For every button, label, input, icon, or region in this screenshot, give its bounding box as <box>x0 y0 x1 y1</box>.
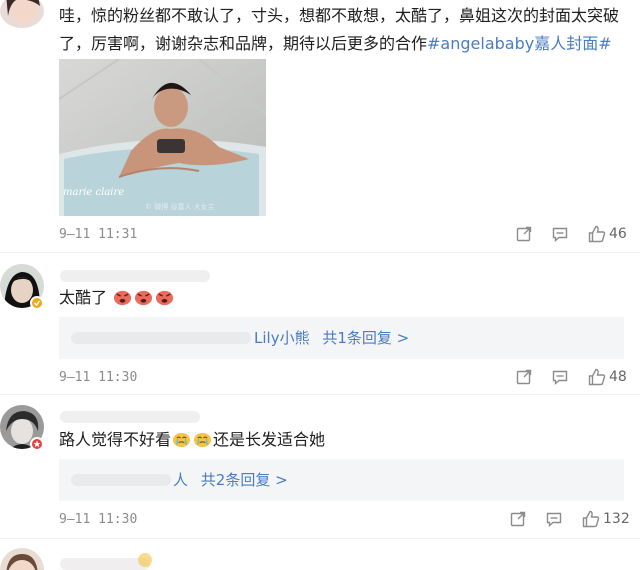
like-count: 132 <box>603 511 630 527</box>
reply-link[interactable]: 人 共2条回复 > <box>173 470 288 490</box>
thumbs-up-icon[interactable] <box>582 510 600 532</box>
comment-divider <box>0 538 640 539</box>
avatar[interactable] <box>0 0 44 28</box>
reply-blurred-text <box>71 332 251 344</box>
emoji-partial <box>138 553 152 567</box>
like-count: 48 <box>609 369 627 385</box>
comment-divider <box>0 394 640 395</box>
comment-body: 路人觉得不好看 <box>59 430 172 449</box>
comment-text: 哇，惊的粉丝都不敢认了，寸头，想都不敢想，太酷了，鼻姐这次的封面太突破了，厉害啊… <box>59 2 619 58</box>
comment-timestamp: 9–11 11:30 <box>59 512 138 527</box>
avatar[interactable] <box>0 548 44 570</box>
reply-username[interactable]: 人 <box>173 471 188 489</box>
angry-face-emoji <box>114 290 132 306</box>
comment-image[interactable]: marie claire © 微博 @嘉人·大女主 <box>59 59 266 216</box>
brand-logo: marie claire <box>63 187 125 198</box>
comment-body-continued: 还是长发适合她 <box>213 430 326 449</box>
reply-count-link[interactable]: 共1条回复 > <box>322 329 409 347</box>
angry-face-emoji <box>135 290 153 306</box>
share-icon[interactable] <box>516 369 532 389</box>
thumbs-up-icon[interactable] <box>588 225 606 247</box>
crying-face-emoji <box>172 432 191 448</box>
reply-preview[interactable]: Lily小熊 共1条回复 > <box>59 317 624 359</box>
comment-icon[interactable] <box>546 511 562 531</box>
angry-face-emoji <box>156 290 174 306</box>
reply-link[interactable]: Lily小熊 共1条回复 > <box>254 328 409 348</box>
comment-divider <box>0 252 640 253</box>
username-blurred[interactable] <box>60 558 150 570</box>
share-icon[interactable] <box>516 226 532 246</box>
verified-badge-icon <box>30 296 44 310</box>
comment-timestamp: 9–11 11:31 <box>59 227 138 242</box>
comment-text: 太酷了 <box>59 284 175 312</box>
image-watermark: © 微博 @嘉人·大女主 <box>145 203 215 211</box>
username-blurred[interactable] <box>60 411 200 423</box>
comment-icon[interactable] <box>552 369 568 389</box>
comment-body: 太酷了 <box>59 288 108 307</box>
reply-preview[interactable]: 人 共2条回复 > <box>59 459 624 501</box>
reply-username[interactable]: Lily小熊 <box>254 329 310 347</box>
reply-count-link[interactable]: 共2条回复 > <box>201 471 288 489</box>
comment-text: 路人觉得不好看 还是长发适合她 <box>59 426 325 454</box>
verified-badge-icon <box>30 437 44 451</box>
reply-blurred-text <box>71 474 171 486</box>
comment-icon[interactable] <box>552 226 568 246</box>
share-icon[interactable] <box>510 511 526 531</box>
username-blurred[interactable] <box>60 270 210 282</box>
hashtag-link[interactable]: #angelababy嘉人封面# <box>427 34 612 53</box>
crying-face-emoji <box>193 432 212 448</box>
comment-timestamp: 9–11 11:30 <box>59 370 138 385</box>
like-count: 46 <box>609 226 627 242</box>
thumbs-up-icon[interactable] <box>588 368 606 390</box>
